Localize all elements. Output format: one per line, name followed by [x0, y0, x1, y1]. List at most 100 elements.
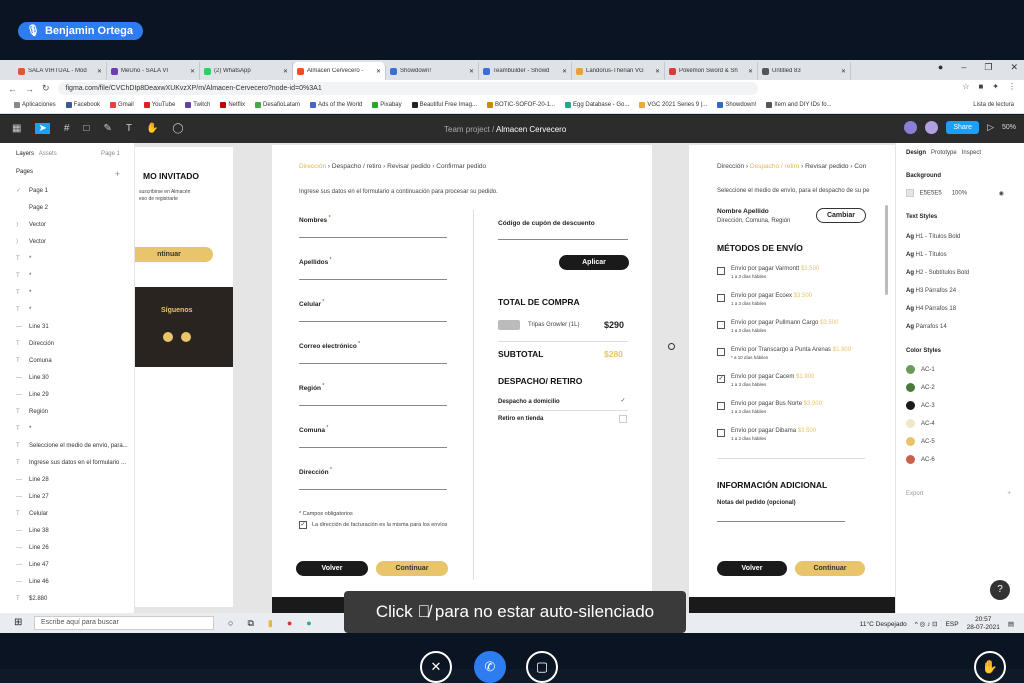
minimize-icon[interactable]: – [961, 62, 966, 73]
zoom-level[interactable]: 50% [1002, 124, 1016, 131]
form-field-input[interactable] [299, 321, 447, 322]
close-window-icon[interactable]: ✕ [1010, 62, 1018, 73]
layer-item[interactable]: ⟩ Vector [0, 234, 134, 251]
notes-input[interactable] [717, 521, 845, 522]
bookmark-item[interactable]: Item and DIY IDs fo... [766, 102, 832, 108]
apply-button[interactable]: Aplicar [559, 255, 629, 270]
tab-design[interactable]: Design [906, 150, 926, 156]
windows-start-icon[interactable]: ⊞ [14, 617, 22, 628]
notifications-icon[interactable]: ▤ [1008, 620, 1014, 628]
breadcrumb-step-2[interactable]: Despacho / retiro [750, 163, 800, 170]
bookmark-item[interactable]: Showdown! [717, 102, 756, 108]
bookmark-item[interactable]: Netflix [220, 102, 245, 108]
shipping-method-checkbox[interactable] [717, 429, 725, 437]
app-icon[interactable]: ● [287, 618, 292, 629]
layer-item[interactable]: T Seleccione el medio de envío, para... [0, 438, 134, 455]
hangup-button[interactable]: ✆ [474, 651, 506, 683]
tab-inspect[interactable]: Inspect [962, 150, 981, 156]
layer-item[interactable]: — Line 29 [0, 387, 134, 404]
store-pickup-checkbox[interactable] [619, 415, 627, 423]
color-style-item[interactable]: AC-4 [906, 419, 935, 428]
bookmark-item[interactable]: BOTIC-SOFOF-20-1... [487, 102, 555, 108]
add-export-icon[interactable]: + [1007, 491, 1011, 497]
breadcrumb-step-3[interactable]: Revisar pedido [805, 163, 848, 170]
browser-tab[interactable]: Pokémon Sword & Sh ✕ [665, 62, 758, 80]
bookmark-item[interactable]: Pixabay [372, 102, 402, 108]
weather[interactable]: 11°C Despejado [860, 621, 907, 628]
bookmark-item[interactable]: YouTube [143, 102, 175, 108]
shipping-method-checkbox[interactable] [717, 348, 725, 356]
layer-item[interactable]: — Line 47 [0, 557, 134, 574]
shipping-method-checkbox[interactable]: ✓ [717, 375, 725, 383]
explorer-icon[interactable]: ▮ [268, 618, 273, 629]
hand-tool-icon[interactable]: ✋ [146, 123, 158, 134]
extension-icon[interactable]: ■ [978, 82, 983, 91]
close-tab-icon[interactable]: ✕ [469, 68, 474, 75]
shipping-method-checkbox[interactable] [717, 321, 725, 329]
layer-item[interactable]: T * [0, 302, 134, 319]
tab-prototype[interactable]: Prototype [931, 150, 957, 156]
coupon-input[interactable] [498, 239, 628, 240]
change-button[interactable]: Cambiar [816, 208, 866, 223]
avatar[interactable] [904, 121, 918, 134]
avatar[interactable] [925, 121, 939, 134]
restore-icon[interactable]: ❐ [984, 62, 992, 73]
mic-toggle-button[interactable]: ✕ [420, 651, 452, 683]
eye-icon[interactable]: ◉ [999, 191, 1004, 197]
present-icon[interactable]: ▷ [987, 122, 994, 133]
tab-layers[interactable]: Layers [16, 151, 34, 157]
continue-button[interactable]: Continuar [376, 561, 448, 576]
taskbar-search[interactable]: Escribe aquí para buscar [34, 616, 214, 630]
layer-item[interactable]: T * [0, 285, 134, 302]
form-field-input[interactable] [299, 447, 447, 448]
text-style-item[interactable]: Ag H1 - Títulos Bold [906, 234, 960, 240]
bookmark-item[interactable]: Twitch [185, 102, 210, 108]
puzzle-icon[interactable]: ✦ [992, 82, 999, 91]
figma-canvas[interactable]: MO INVITADO suscribirse en Almacén eso d… [135, 143, 895, 614]
close-tab-icon[interactable]: ✕ [655, 68, 660, 75]
breadcrumb-step-4[interactable]: Confirmar pedido [436, 163, 486, 170]
continue-button[interactable]: Continuar [795, 561, 865, 576]
profile-icon[interactable]: ● [938, 62, 943, 73]
color-style-item[interactable]: AC-2 [906, 383, 935, 392]
breadcrumb-step-1[interactable]: Dirección [299, 163, 326, 170]
bookmark-item[interactable]: VGC 2021 Series 9 |... [639, 102, 707, 108]
tab-assets[interactable]: Assets [39, 151, 57, 157]
page-selector[interactable]: Page 1 [101, 151, 120, 157]
url-input[interactable]: figma.com/file/CVChDIp8DeaxwXUKvzXP/m/Al… [57, 82, 758, 95]
close-tab-icon[interactable]: ✕ [748, 68, 753, 75]
frame-checkout-form[interactable]: Dirección › Despacho / retiro › Revisar … [272, 145, 652, 614]
task-view-icon[interactable]: ⧉ [247, 618, 253, 629]
text-style-item[interactable]: Ag H2 - Subtítulos Bold [906, 270, 969, 276]
form-field-input[interactable] [299, 363, 447, 364]
bookmark-item[interactable]: Facebook [65, 102, 100, 108]
facebook-icon[interactable] [163, 332, 173, 342]
close-tab-icon[interactable]: ✕ [841, 68, 846, 75]
frame-guest[interactable]: MO INVITADO suscribirse en Almacén eso d… [135, 147, 233, 607]
close-tab-icon[interactable]: ✕ [562, 68, 567, 75]
reload-icon[interactable]: ↻ [42, 83, 50, 94]
forward-icon[interactable]: → [25, 84, 34, 94]
form-field-input[interactable] [299, 489, 447, 490]
star-icon[interactable]: ☆ [962, 82, 969, 91]
comment-tool-icon[interactable]: ◯ [172, 123, 183, 134]
color-style-item[interactable]: AC-5 [906, 437, 935, 446]
layer-item[interactable]: — Line 28 [0, 472, 134, 489]
add-page-icon[interactable]: + [115, 169, 120, 179]
breadcrumb-step-1[interactable]: Dirección [717, 163, 744, 170]
menu-icon[interactable]: ⋮ [1008, 82, 1016, 91]
frame-tool-icon[interactable]: # [64, 123, 70, 134]
browser-tab[interactable]: SALA VIRTUAL - Mód ✕ [14, 62, 107, 80]
page-item[interactable]: Page 2 [0, 200, 134, 217]
cortana-icon[interactable]: ○ [228, 618, 233, 629]
reading-list[interactable]: Lista de lectura [973, 102, 1014, 108]
move-tool-icon[interactable]: ➤ [35, 123, 50, 134]
billing-checkbox[interactable]: ✓ [299, 521, 307, 529]
layer-item[interactable]: T Ingrese sus datos en el formulario ... [0, 455, 134, 472]
close-tab-icon[interactable]: ✕ [190, 68, 195, 75]
browser-tab[interactable]: Teambuilder - Showd ✕ [479, 62, 572, 80]
color-style-item[interactable]: AC-6 [906, 455, 935, 464]
raise-hand-button[interactable]: ✋ [974, 651, 1006, 683]
close-tab-icon[interactable]: ✕ [97, 68, 102, 75]
layer-item[interactable]: — Line 38 [0, 523, 134, 540]
